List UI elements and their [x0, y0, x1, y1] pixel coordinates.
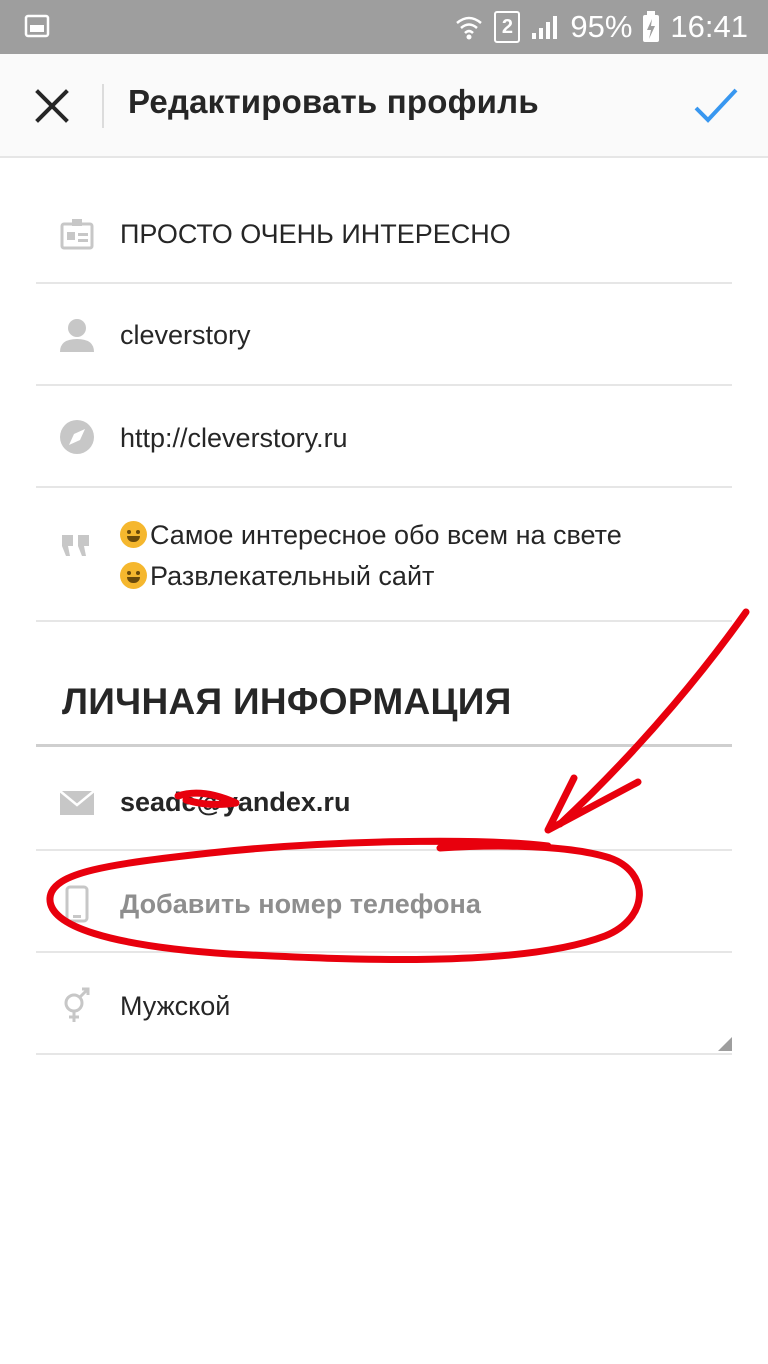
- gallery-notification-icon: [24, 14, 50, 38]
- username-field-row[interactable]: cleverstory: [36, 284, 732, 386]
- bio-line-1-text: Самое интересное обо всем на свете: [150, 520, 622, 550]
- id-card-icon: [60, 219, 94, 250]
- gender-field-value[interactable]: Мужской: [120, 991, 230, 1022]
- bio-field-row[interactable]: Самое интересное обо всем на свете Развл…: [36, 488, 732, 622]
- status-time: 16:41: [670, 9, 748, 44]
- quote-icon: [62, 535, 89, 556]
- save-checkmark-icon[interactable]: [690, 84, 742, 128]
- phone-icon: [65, 885, 89, 923]
- gender-field-row[interactable]: Мужской: [36, 953, 732, 1055]
- header-divider: [102, 84, 104, 128]
- username-field-value[interactable]: cleverstory: [120, 320, 251, 351]
- smiling-emoji-icon: [120, 562, 147, 589]
- sim-slot-icon: 2: [494, 11, 521, 43]
- envelope-icon: [59, 790, 95, 815]
- email-field-row[interactable]: seade@yandex.ru: [36, 747, 732, 851]
- website-field-value[interactable]: http://cleverstory.ru: [120, 423, 348, 454]
- compass-icon: [60, 420, 94, 454]
- page-title: Редактировать профиль: [128, 83, 539, 120]
- user-icon: [60, 319, 94, 352]
- status-bar: 2 95% 16:41: [0, 0, 768, 54]
- dropdown-corner-indicator: [718, 1037, 732, 1051]
- wifi-icon: [456, 16, 483, 40]
- battery-charging-icon: [643, 11, 660, 42]
- bio-line-1: Самое интересное обо всем на свете: [120, 515, 622, 556]
- email-field-value[interactable]: seade@yandex.ru: [120, 787, 350, 818]
- gender-icon: [64, 987, 90, 1022]
- bio-line-2-text: Развлекательный сайт: [150, 561, 435, 591]
- name-field-value[interactable]: ПРОСТО ОЧЕНЬ ИНТЕРЕСНО: [120, 219, 511, 250]
- phone-field-placeholder[interactable]: Добавить номер телефона: [120, 889, 481, 920]
- edit-profile-header: Редактировать профиль: [0, 54, 768, 158]
- phone-field-row[interactable]: Добавить номер телефона: [36, 851, 732, 953]
- grinning-emoji-icon: [120, 521, 147, 548]
- name-field-row[interactable]: ПРОСТО ОЧЕНЬ ИНТЕРЕСНО: [36, 186, 732, 284]
- battery-percent: 95%: [570, 9, 633, 44]
- website-field-row[interactable]: http://cleverstory.ru: [36, 386, 732, 488]
- bio-field-value[interactable]: Самое интересное обо всем на свете Развл…: [120, 515, 622, 597]
- signal-icon: [532, 16, 558, 39]
- private-info-section-title: ЛИЧНАЯ ИНФОРМАЦИЯ: [62, 681, 512, 722]
- close-icon[interactable]: [26, 80, 78, 132]
- bio-line-2: Развлекательный сайт: [120, 556, 622, 597]
